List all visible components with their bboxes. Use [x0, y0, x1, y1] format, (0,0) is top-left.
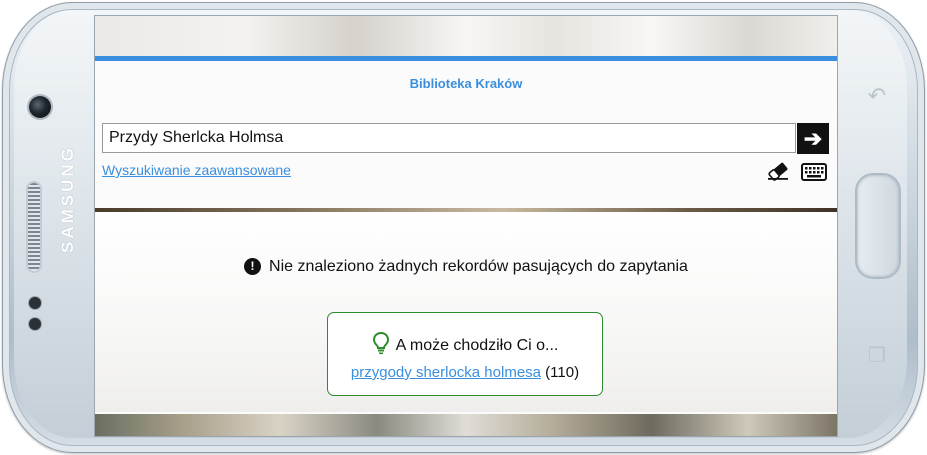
- no-results-text: Nie znaleziono żadnych rekordów pasujący…: [269, 258, 688, 275]
- search-submit-button[interactable]: ➔: [797, 123, 829, 154]
- header-background-image: [95, 16, 837, 56]
- no-results-message: ! Nie znaleziono żadnych rekordów pasując…: [95, 258, 837, 276]
- arrow-right-icon: ➔: [803, 126, 823, 151]
- exclamation-circle-icon: !: [244, 258, 262, 275]
- library-title[interactable]: Biblioteka Kraków: [95, 76, 837, 91]
- suggestion-heading-text: A może chodziło Ci o...: [395, 337, 559, 354]
- suggestion-link[interactable]: przygody sherlocka holmesa: [351, 364, 541, 381]
- back-key-icon[interactable]: ↶: [866, 84, 888, 108]
- front-camera: [29, 96, 51, 118]
- accent-bar: [95, 56, 837, 61]
- lightbulb-icon: [372, 331, 389, 355]
- light-sensor: [29, 318, 41, 330]
- suggestion-heading: A może chodziło Ci o...: [328, 331, 602, 355]
- phone-screen: Biblioteka Kraków ➔ Wyszukiwanie zaawans…: [95, 16, 837, 436]
- recent-apps-icon[interactable]: ❐: [867, 343, 887, 369]
- earpiece-speaker: [28, 183, 40, 271]
- suggestion-line: przygody sherlocka holmesa (110): [328, 364, 602, 381]
- suggestion-count: (110): [545, 364, 580, 381]
- footer-background-image: [95, 414, 837, 436]
- proximity-sensor: [29, 297, 41, 309]
- brand-logo: SAMSUNG: [58, 145, 77, 253]
- suggestion-box: A może chodziło Ci o... przygody sherloc…: [327, 312, 603, 396]
- home-button[interactable]: [857, 175, 899, 277]
- eraser-icon[interactable]: [766, 161, 790, 181]
- search-input[interactable]: [102, 123, 796, 153]
- advanced-search-link[interactable]: Wyszukiwanie zaawansowane: [102, 162, 291, 178]
- keyboard-icon[interactable]: [801, 163, 827, 181]
